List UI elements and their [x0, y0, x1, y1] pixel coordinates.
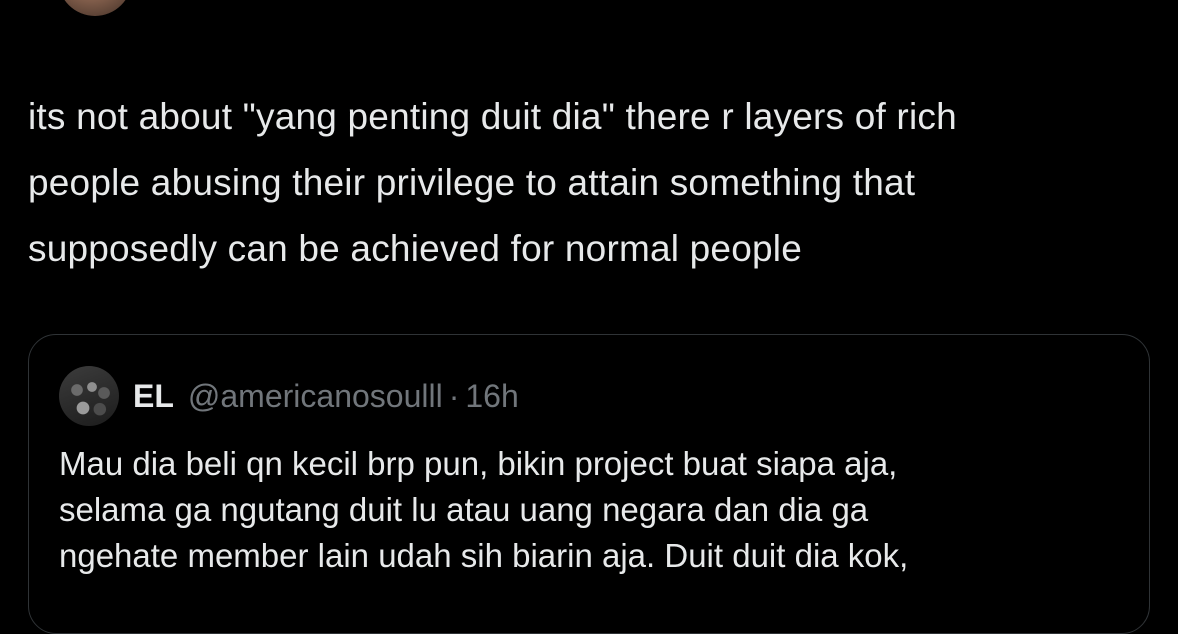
quoted-tweet-timestamp[interactable]: 16h: [465, 378, 518, 415]
tweet-text-line: its not about "yang penting duit dia" th…: [28, 96, 957, 137]
header-separator: ·: [448, 377, 460, 414]
quoted-text-line: selama ga ngutang duit lu atau uang nega…: [59, 491, 869, 528]
quoted-tweet-header: EL @americanosoulll · 16h: [59, 365, 519, 427]
author-avatar[interactable]: [58, 0, 132, 16]
tweet-text-line: people abusing their privilege to attain…: [28, 162, 916, 203]
tweet-body: its not about "yang penting duit dia" th…: [28, 84, 1158, 282]
quoted-text-line: ngehate member lain udah sih biarin aja.…: [59, 537, 909, 574]
quoted-author-avatar[interactable]: [59, 366, 119, 426]
quoted-tweet-body: Mau dia beli qn kecil brp pun, bikin pro…: [59, 441, 1139, 579]
quoted-author-name[interactable]: EL: [133, 378, 174, 415]
quoted-tweet-card[interactable]: EL @americanosoulll · 16h Mau dia beli q…: [28, 334, 1150, 634]
quoted-text-line: Mau dia beli qn kecil brp pun, bikin pro…: [59, 445, 898, 482]
tweet-text-line: supposedly can be achieved for normal pe…: [28, 228, 802, 269]
quoted-author-handle[interactable]: @americanosoulll: [188, 378, 443, 415]
